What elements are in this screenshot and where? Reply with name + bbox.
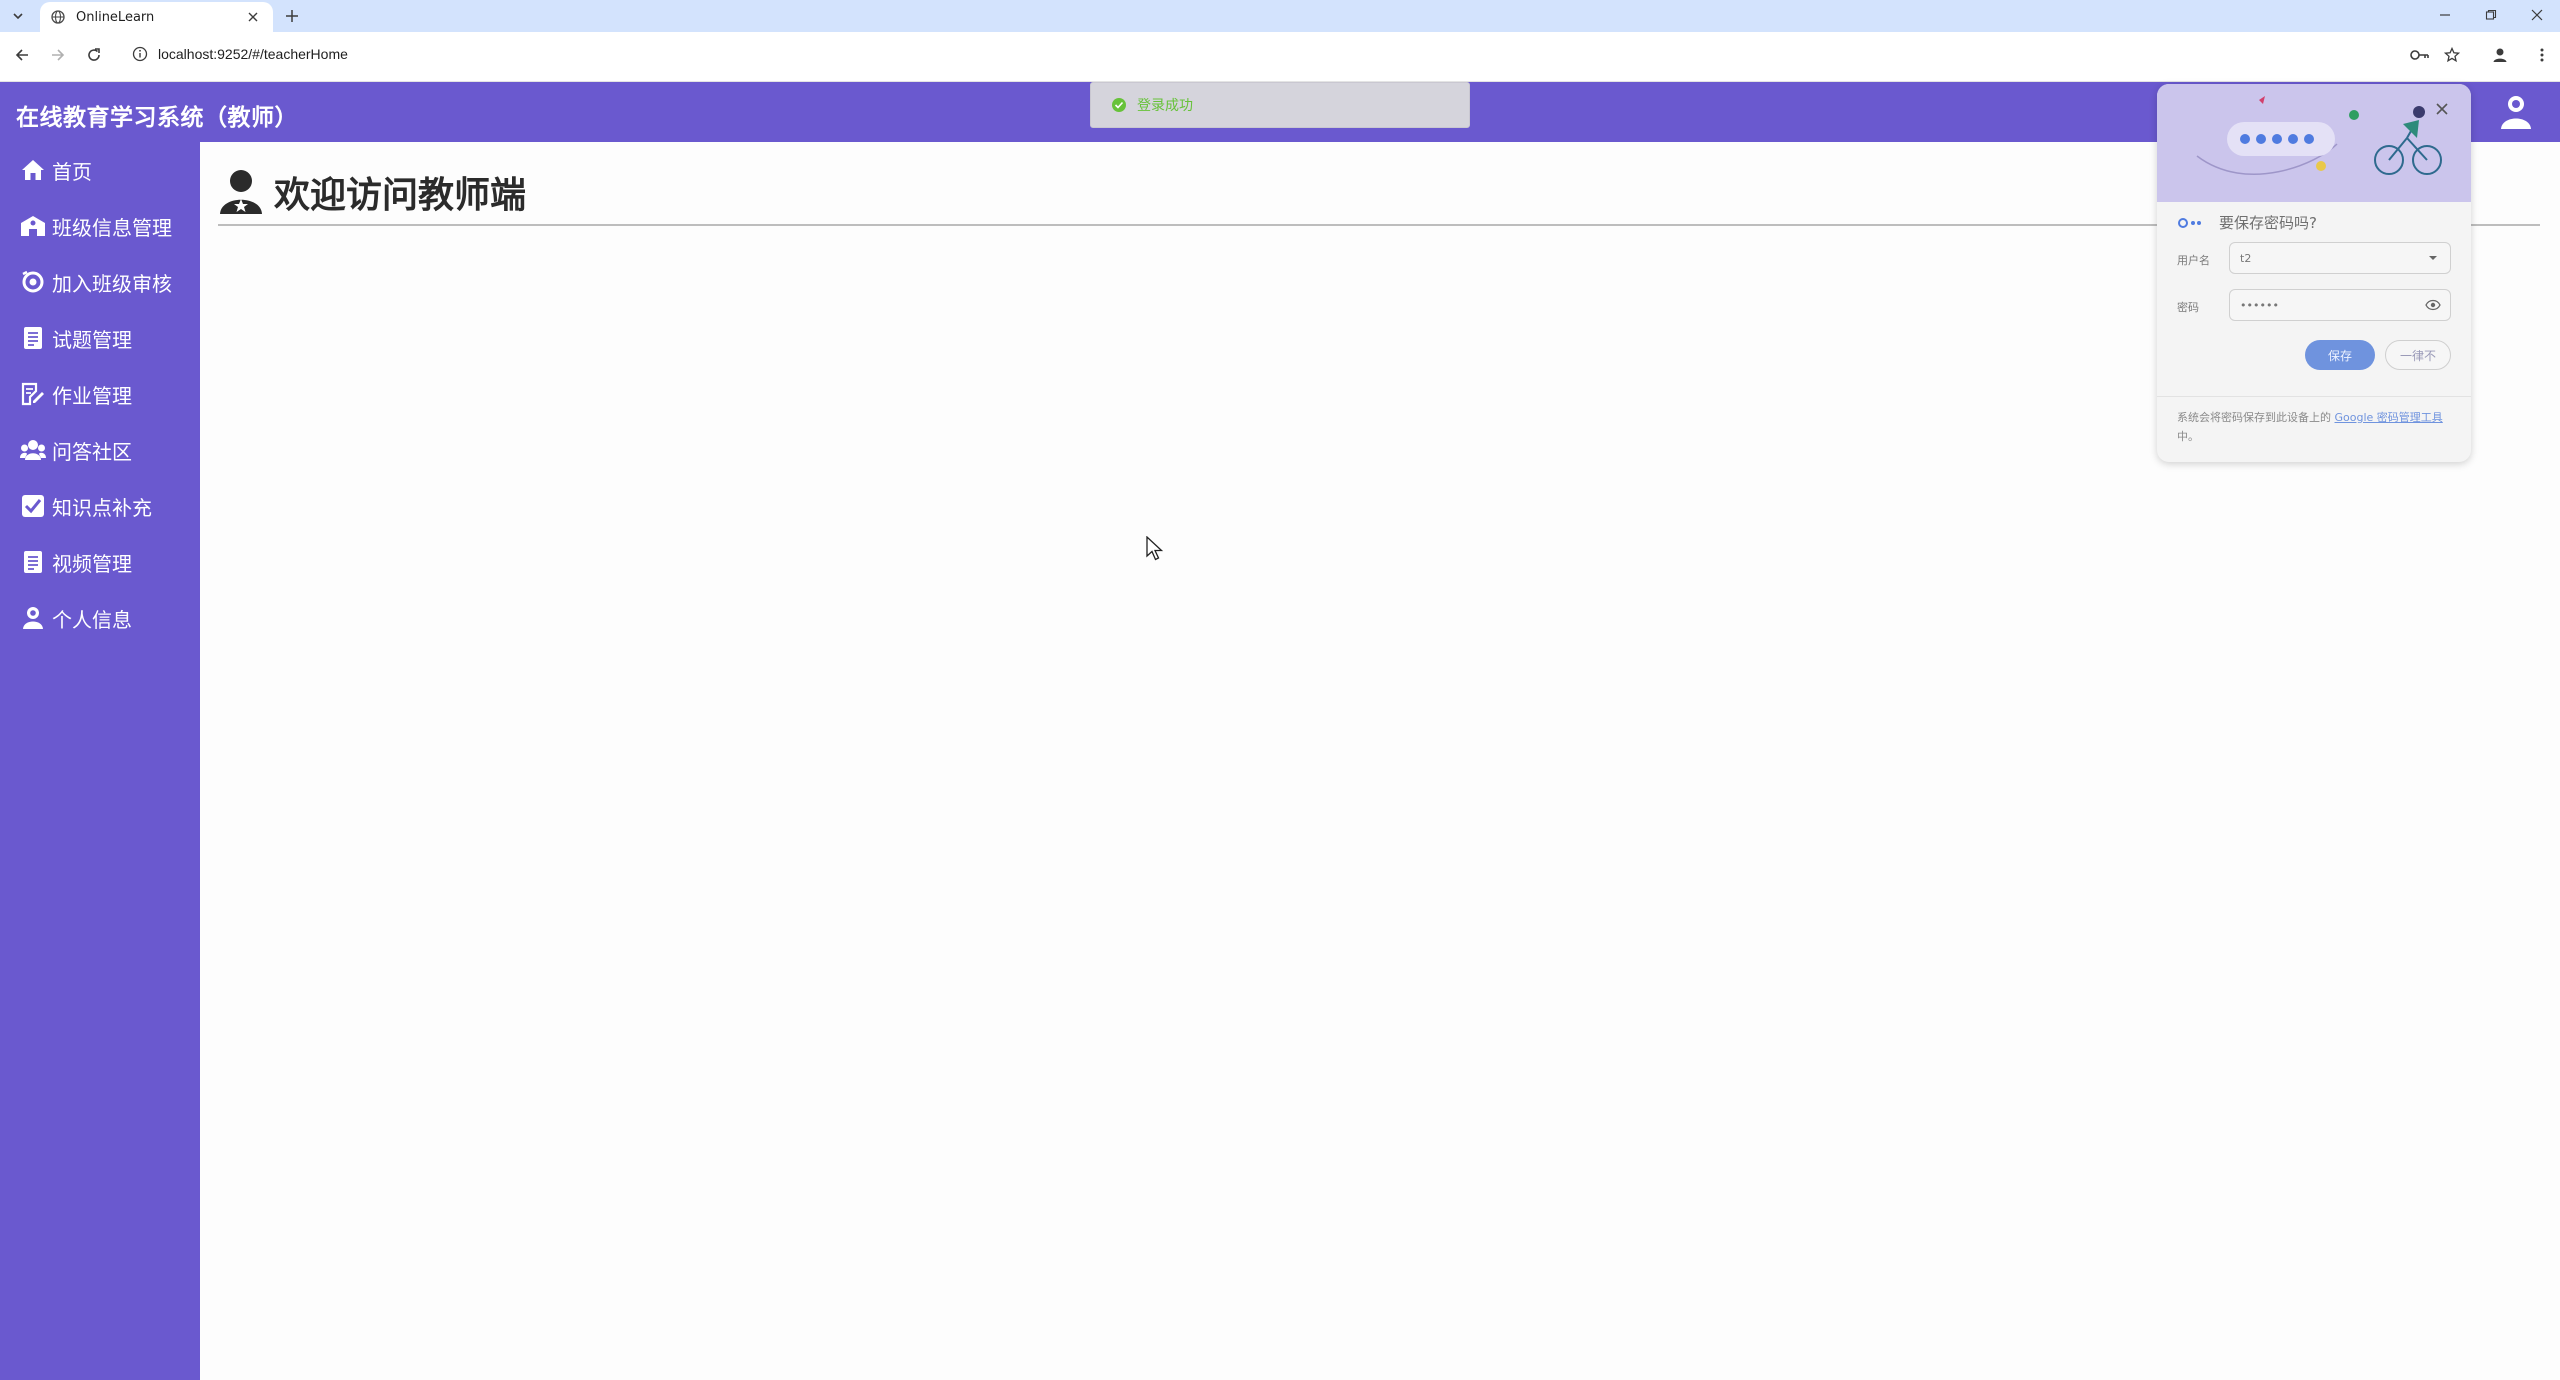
tab-title: OnlineLearn [76,9,155,25]
forward-button[interactable] [46,43,70,67]
checkbox-icon [20,493,46,519]
close-window-button[interactable] [2514,0,2560,30]
sidebar-item-homework[interactable]: 作业管理 [0,369,200,419]
password-label: 密码 [2177,301,2199,314]
browser-tabstrip: OnlineLearn [0,0,2560,32]
tab-search-button[interactable] [6,4,30,28]
new-tab-button[interactable] [280,4,304,28]
close-icon [2531,9,2543,21]
sidebar-item-profile[interactable]: 个人信息 [0,593,200,643]
school-icon [20,213,46,239]
browser-toolbar: localhost:9252/#/teacherHome [0,32,2560,82]
url-text: localhost:9252/#/teacherHome [158,46,348,62]
user-icon [2501,96,2531,129]
star-icon [2444,47,2460,63]
close-icon[interactable] [2431,98,2453,120]
footer-text: 系统会将密码保存到此设备上的 [2177,411,2335,424]
sidebar-item-label: 加入班级审核 [52,271,172,296]
restore-icon [2485,9,2497,20]
key-icon [2410,50,2429,60]
sidebar-item-label: 个人信息 [52,607,132,632]
sidebar-item-label: 作业管理 [52,383,132,408]
dialog-title: 要保存密码吗? [2219,214,2317,232]
success-check-icon [1111,97,1127,113]
sidebar-item-video[interactable]: 视频管理 [0,537,200,587]
user-avatar[interactable] [2496,92,2536,132]
globe-icon [50,9,66,25]
edit-document-icon [20,381,46,407]
chevron-down-icon [13,13,23,20]
footer-suffix: 中。 [2177,430,2199,443]
username-select[interactable]: t2 [2229,242,2451,274]
dialog-footer-text: 系统会将密码保存到此设备上的 Google 密码管理工具中。 [2177,408,2455,446]
address-bar[interactable]: localhost:9252/#/teacherHome [122,39,2452,69]
account-icon [2493,48,2507,62]
sidebar-item-label: 视频管理 [52,551,132,576]
sidebar-item-label: 班级信息管理 [52,215,172,240]
username-value: t2 [2240,251,2252,265]
arrow-left-icon [15,49,28,61]
sidebar-item-questions[interactable]: 试题管理 [0,313,200,363]
close-tab-icon[interactable] [243,7,263,27]
password-manager-link[interactable]: Google 密码管理工具 [2335,411,2443,424]
eye-icon[interactable] [2420,292,2446,318]
minimize-icon [2440,14,2450,16]
profile-button[interactable] [2488,43,2512,67]
bookmark-button[interactable] [2440,43,2464,67]
users-icon [20,437,46,463]
password-value: •••••• [2240,298,2279,312]
password-field[interactable]: •••••• [2229,289,2451,321]
sidebar-item-label: 知识点补充 [52,495,152,520]
sidebar-item-knowledge[interactable]: 知识点补充 [0,481,200,531]
login-success-toast: 登录成功 [1090,82,1470,128]
more-vertical-icon [2540,48,2544,62]
password-key-button[interactable] [2408,43,2432,67]
password-key-icon [2177,214,2205,232]
sidebar-item-label: 问答社区 [52,439,132,464]
dialog-divider [2157,396,2471,397]
toast-message: 登录成功 [1137,98,1193,114]
sidebar-item-join-review[interactable]: 加入班级审核 [0,257,200,307]
document-icon [20,549,46,575]
mouse-cursor-icon [1146,536,1164,561]
restore-button[interactable] [2468,0,2514,30]
user-icon [20,605,46,631]
sidebar-item-label: 试题管理 [52,327,132,352]
arrow-right-icon [52,49,65,61]
review-icon [20,269,46,295]
site-info-icon[interactable] [130,44,150,64]
page-title: 欢迎访问教师端 [274,175,527,216]
sidebar-item-qa-community[interactable]: 问答社区 [0,425,200,475]
home-icon [20,157,46,183]
page-heading: 欢迎访问教师端 [218,166,526,218]
back-button[interactable] [10,43,34,67]
password-illustration [2157,84,2471,202]
browser-menu-button[interactable] [2530,43,2554,67]
plus-icon [286,10,298,22]
dropdown-arrow-icon [2420,245,2446,271]
sidebar-item-label: 首页 [52,159,92,184]
username-label: 用户名 [2177,254,2210,267]
save-password-dialog: 要保存密码吗? 用户名 t2 密码 •••••• 保存 一律不 系统会将密码保存… [2157,84,2471,462]
sidebar-item-class-info[interactable]: 班级信息管理 [0,201,200,251]
reload-icon [88,48,100,61]
teacher-icon [218,169,264,215]
sidebar-item-home[interactable]: 首页 [0,145,200,195]
reload-button[interactable] [82,43,106,67]
sidebar: 首页 班级信息管理 加入班级审核 试题管理 作业管理 问答社区 知识点补充 视频… [0,142,200,1380]
save-password-button[interactable]: 保存 [2305,340,2375,370]
app-title: 在线教育学习系统（教师） [16,105,298,131]
minimize-button[interactable] [2422,0,2468,30]
browser-tab[interactable]: OnlineLearn [40,2,273,32]
never-save-button[interactable]: 一律不 [2385,340,2451,370]
document-icon [20,325,46,351]
